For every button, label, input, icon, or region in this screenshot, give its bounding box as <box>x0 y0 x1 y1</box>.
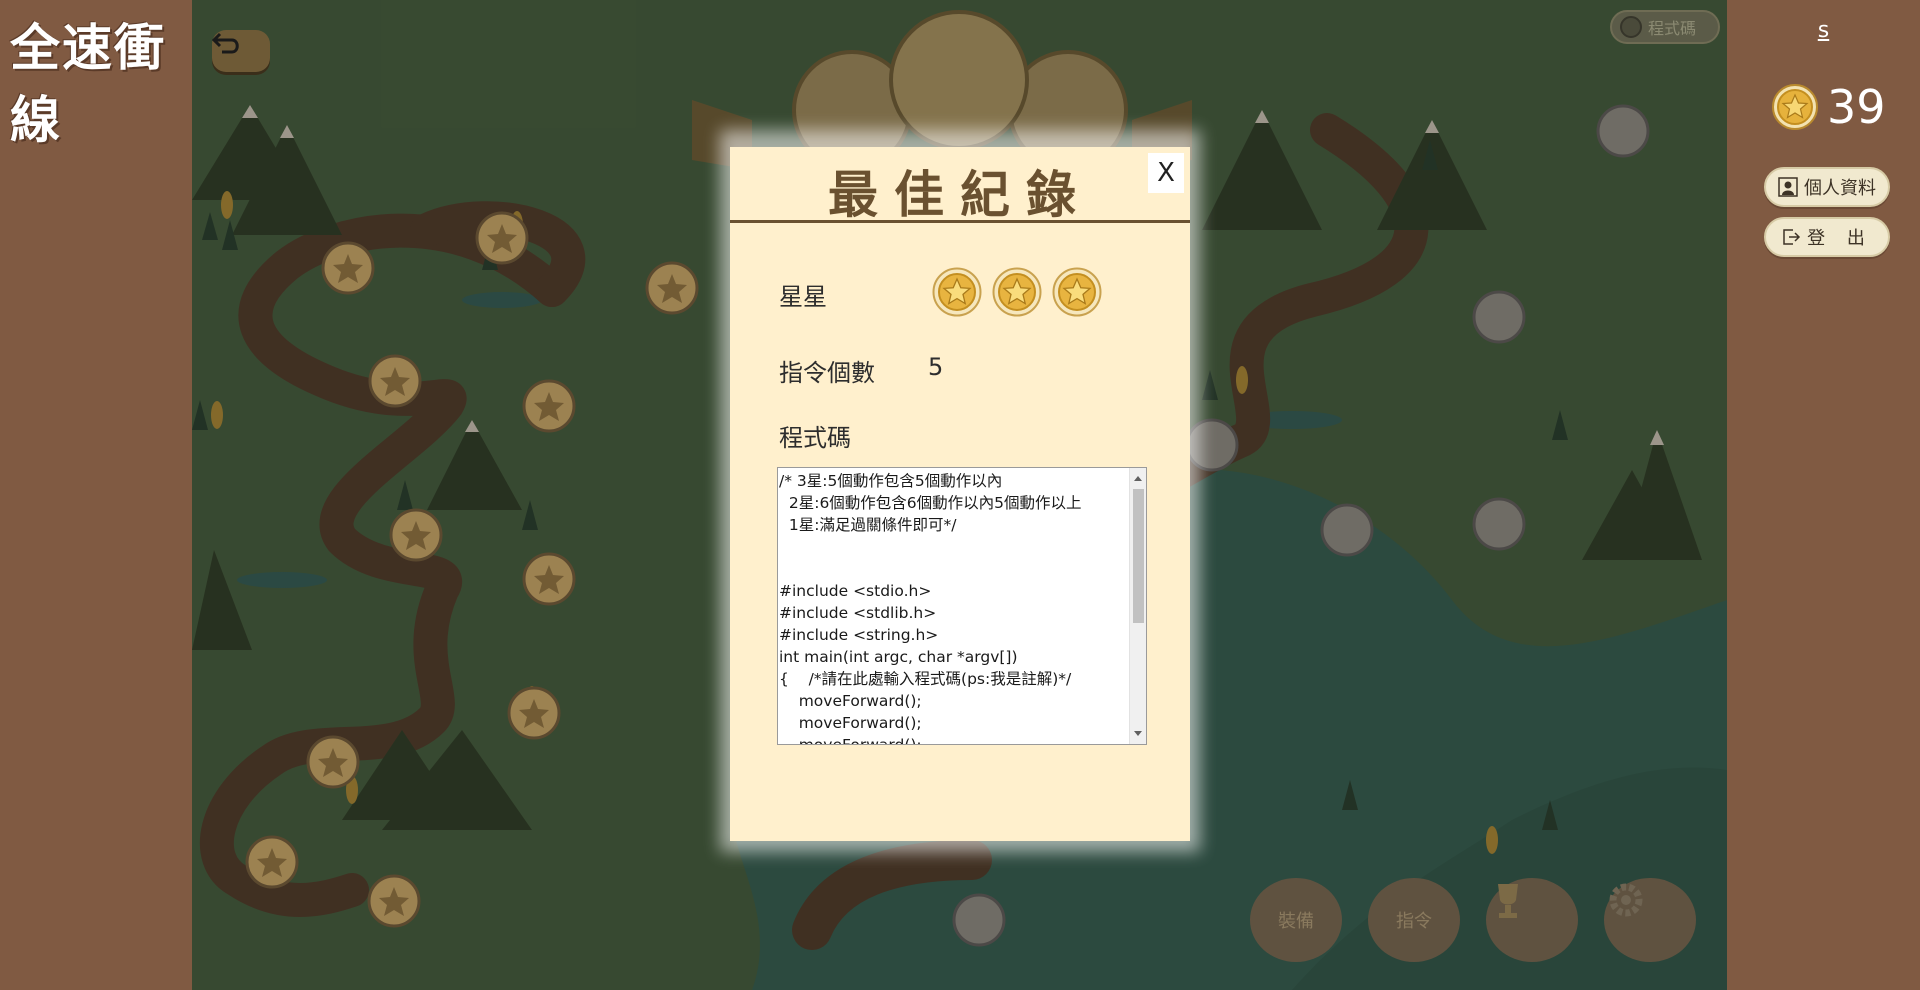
logout-label: 登 出 <box>1807 228 1873 249</box>
code-viewer[interactable]: /* 3星:5個動作包含5個動作以內 2星:6個動作包含6個動作以內5個動作以上… <box>777 467 1147 745</box>
star-coin-icon <box>1772 84 1818 130</box>
star-icon <box>992 267 1042 317</box>
modal-header: 最佳紀錄 X <box>730 147 1190 224</box>
toggle-knob-icon <box>1620 16 1642 38</box>
scroll-up-icon[interactable] <box>1134 476 1142 481</box>
stars-label: 星星 <box>779 283 827 311</box>
best-record-modal: 最佳紀錄 X 星星 指令個數 5 程式碼 /* 3星:5個動作包含5個動作以內 … <box>730 147 1190 841</box>
profile-label: 個人資料 <box>1804 178 1876 199</box>
left-panel: 全速衝線 <box>0 0 192 990</box>
equipment-button[interactable]: 裝備 <box>1250 878 1342 962</box>
coin-count: 39 <box>1827 80 1886 134</box>
logout-icon <box>1783 229 1801 245</box>
logout-button[interactable]: 登 出 <box>1764 217 1890 257</box>
right-panel: s 39 個人資料 登 出 <box>1727 0 1920 990</box>
back-button[interactable] <box>212 30 270 72</box>
equipment-label: 裝備 <box>1278 911 1314 932</box>
scroll-down-icon[interactable] <box>1134 731 1142 736</box>
modal-title: 最佳紀錄 <box>828 165 1092 224</box>
code-toggle[interactable]: 程式碼 <box>1610 10 1720 44</box>
commands-label: 指令 <box>1396 911 1432 932</box>
code-scrollbar[interactable] <box>1129 468 1146 744</box>
gear-icon <box>1609 883 1643 917</box>
command-count-label: 指令個數 <box>779 359 875 387</box>
game-logo: 全速衝線 <box>10 19 166 149</box>
profile-button[interactable]: 個人資料 <box>1764 167 1890 207</box>
code-label: 程式碼 <box>779 424 851 452</box>
user-icon <box>1778 177 1798 197</box>
commands-button[interactable]: 指令 <box>1368 878 1460 962</box>
command-count-value: 5 <box>928 353 944 381</box>
username-link[interactable]: s <box>1727 18 1920 43</box>
close-button[interactable]: X <box>1148 153 1184 193</box>
scroll-thumb[interactable] <box>1133 489 1144 623</box>
star-icon <box>932 267 982 317</box>
coin-counter: 39 <box>1771 80 1886 134</box>
settings-button[interactable] <box>1604 878 1696 962</box>
back-arrow-icon <box>212 32 239 54</box>
code-toggle-label: 程式碼 <box>1648 19 1697 38</box>
star-icon <box>1052 267 1102 317</box>
trophy-button[interactable] <box>1486 878 1578 962</box>
stars-earned <box>932 267 1102 317</box>
trophy-icon <box>1498 884 1518 918</box>
code-text: /* 3星:5個動作包含5個動作以內 2星:6個動作包含6個動作以內5個動作以上… <box>779 472 1082 745</box>
